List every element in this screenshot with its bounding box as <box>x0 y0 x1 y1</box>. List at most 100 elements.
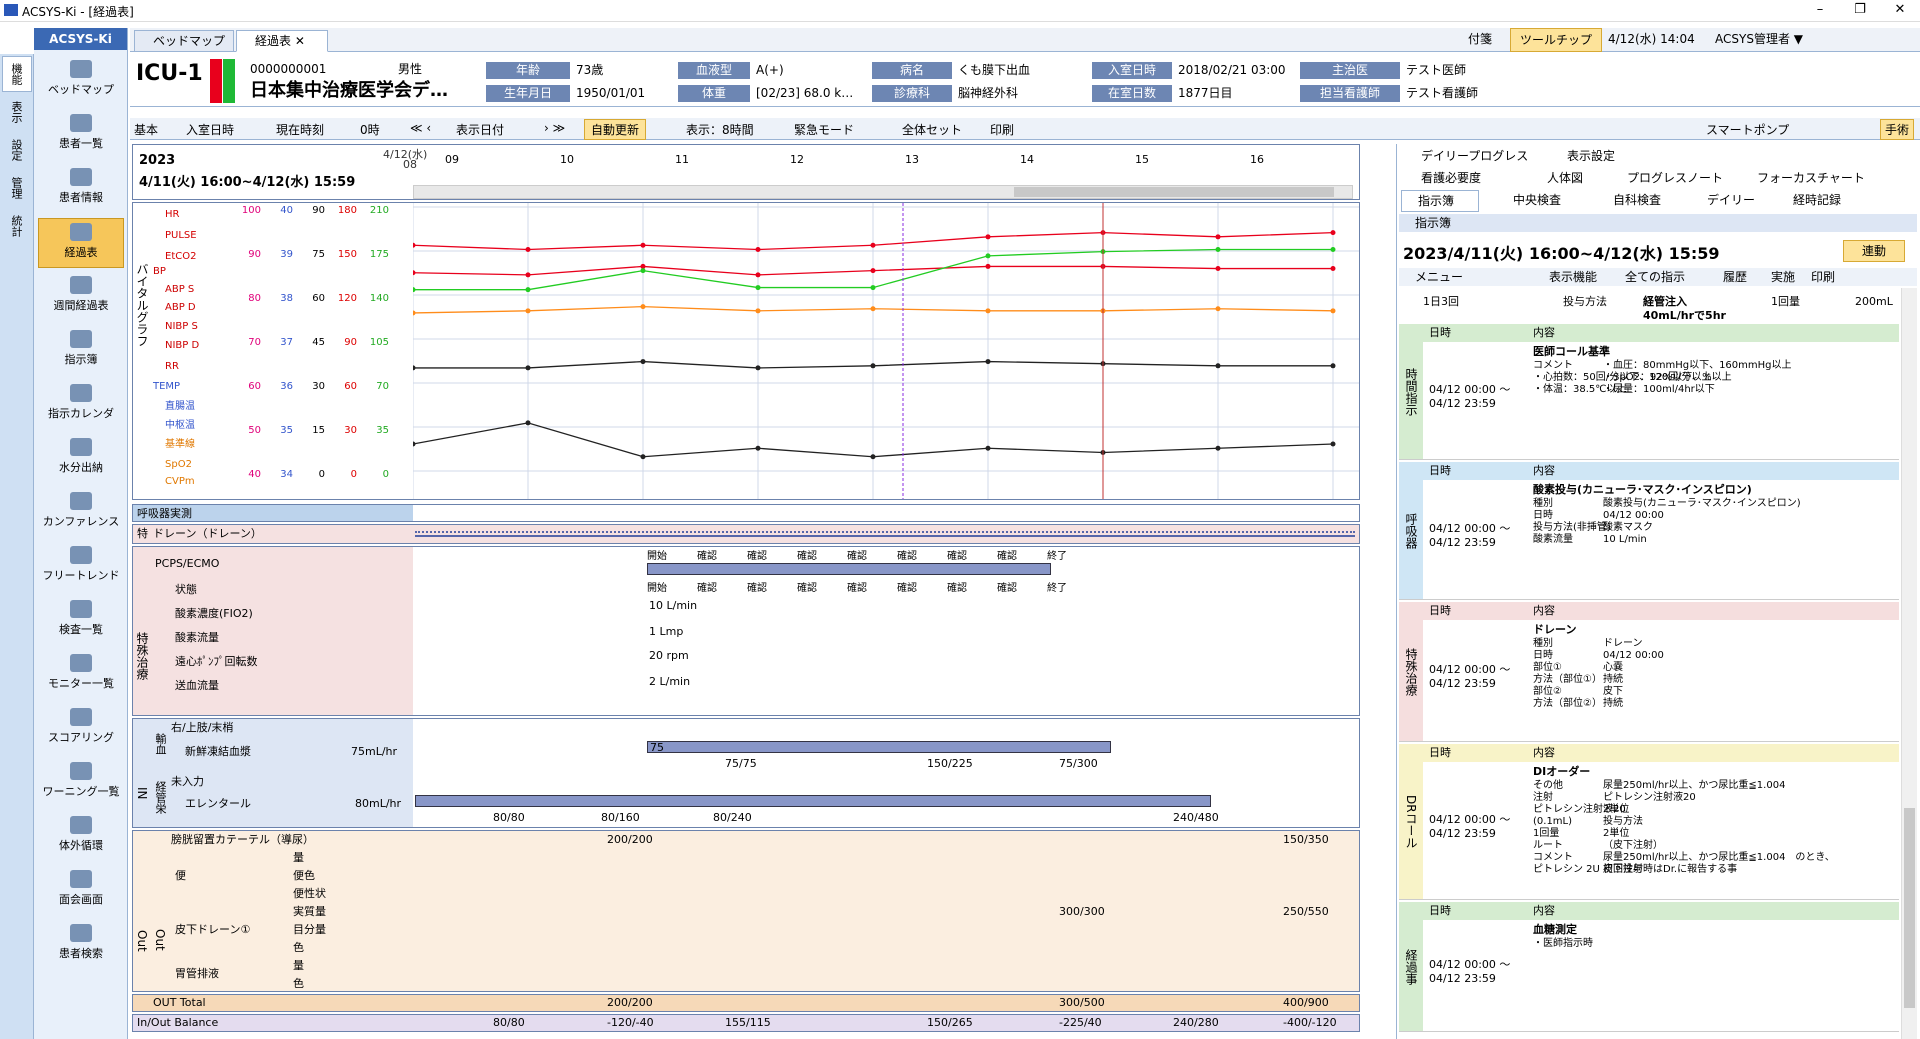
data-point[interactable] <box>870 454 876 460</box>
data-point[interactable] <box>1215 306 1221 312</box>
data-point[interactable] <box>755 365 761 371</box>
nav-item[interactable]: 患者検索 <box>38 920 124 970</box>
pcps-mark[interactable]: 開始 <box>647 547 667 562</box>
legend-item[interactable]: CVPm <box>165 473 195 490</box>
order-title[interactable]: 酸素投与(カニューラ･マスク･インスピロン) <box>1533 482 1752 498</box>
data-point[interactable] <box>413 242 416 248</box>
data-point[interactable] <box>525 308 531 314</box>
enteral-bar[interactable] <box>415 795 1211 807</box>
pcps-mark[interactable]: 確認 <box>897 547 917 562</box>
data-point[interactable] <box>755 272 761 278</box>
maximize-button[interactable]: ❐ <box>1845 2 1875 17</box>
data-point[interactable] <box>985 359 991 365</box>
data-point[interactable] <box>525 365 531 371</box>
order-title[interactable]: 血糖測定 <box>1533 922 1577 938</box>
legend-item[interactable]: 直腸温 <box>165 398 195 415</box>
orders-toolbar-item[interactable]: 印刷 <box>1811 269 1835 285</box>
data-point[interactable] <box>1215 234 1221 240</box>
pcps-mark[interactable]: 確認 <box>847 547 867 562</box>
tab-nursing-needs[interactable]: 看護必要度 <box>1421 168 1481 188</box>
data-point[interactable] <box>755 247 761 253</box>
order-title[interactable]: DIオーダー <box>1533 764 1590 780</box>
orders-scrollbar[interactable] <box>1901 288 1917 1039</box>
orders-toolbar-item[interactable]: 履歴 <box>1723 269 1747 285</box>
pcps-status-mark[interactable]: 確認 <box>847 579 867 594</box>
data-point[interactable] <box>413 441 416 447</box>
nav-item[interactable]: モニター一覧 <box>38 650 124 700</box>
current-time-button[interactable]: 現在時刻 <box>276 121 324 138</box>
pcps-status-mark[interactable]: 確認 <box>897 579 917 594</box>
legend-item[interactable]: PULSE <box>165 227 197 244</box>
set-all-button[interactable]: 全体セット <box>902 121 962 138</box>
data-point[interactable] <box>1215 363 1221 369</box>
data-point[interactable] <box>413 310 416 316</box>
data-point[interactable] <box>525 287 531 293</box>
smart-pump-label[interactable]: スマートポンプ <box>1706 121 1789 138</box>
nav-item[interactable]: 週間経過表 <box>38 272 124 322</box>
side-tab-stats[interactable]: 統計 <box>2 208 32 244</box>
legend-item[interactable]: TEMP <box>153 378 180 395</box>
link-button[interactable]: 連動 <box>1843 240 1905 262</box>
data-point[interactable] <box>985 445 991 451</box>
legend-item[interactable]: 基準線 <box>165 436 195 453</box>
data-point[interactable] <box>1330 441 1336 447</box>
pcps-mark[interactable]: 確認 <box>797 547 817 562</box>
data-point[interactable] <box>870 268 876 274</box>
legend-item[interactable]: NIBP S <box>165 318 198 335</box>
tab-focus-chart[interactable]: フォーカスチャート <box>1757 168 1865 188</box>
tab-dept-lab[interactable]: 自科検査 <box>1613 190 1661 210</box>
data-point[interactable] <box>413 270 416 276</box>
data-point[interactable] <box>985 253 991 259</box>
orders-toolbar-item[interactable]: 全ての指示 <box>1625 269 1685 285</box>
nav-item[interactable]: フリートレンド <box>38 542 124 592</box>
data-point[interactable] <box>755 308 761 314</box>
orders-toolbar-item[interactable]: 実施 <box>1771 269 1795 285</box>
nav-item[interactable]: 経過表 <box>38 218 124 268</box>
side-tab-settings[interactable]: 設定 <box>2 132 32 168</box>
timeline-scrollbar[interactable] <box>413 185 1353 199</box>
pcps-status-mark[interactable]: 開始 <box>647 579 667 594</box>
nav-item[interactable]: 患者情報 <box>38 164 124 214</box>
tab-timeline[interactable]: 経時記録 <box>1793 190 1841 210</box>
tab-central-lab[interactable]: 中央検査 <box>1513 190 1561 210</box>
drain-label[interactable]: ドレーン（ドレーン） <box>153 525 262 543</box>
transfusion-item[interactable]: 新鮮凍結血漿 <box>185 743 251 761</box>
data-point[interactable] <box>870 285 876 291</box>
tab-display-settings[interactable]: 表示設定 <box>1567 146 1615 166</box>
tab-progress-note[interactable]: プログレスノート <box>1627 168 1723 188</box>
auto-update-button[interactable]: 自動更新 <box>584 119 647 140</box>
pcps-status-mark[interactable]: 確認 <box>947 579 967 594</box>
nav-item[interactable]: 検査一覧 <box>38 596 124 646</box>
midnight-button[interactable]: 0時 <box>360 121 380 138</box>
surgery-button[interactable]: 手術 <box>1880 119 1915 140</box>
print-button[interactable]: 印刷 <box>990 121 1014 138</box>
data-point[interactable] <box>870 363 876 369</box>
tab-orders[interactable]: 指示簿 <box>1401 190 1479 212</box>
legend-item[interactable]: 中枢温 <box>165 417 195 434</box>
legend-item[interactable]: SpO2 <box>165 456 192 473</box>
nav-item[interactable]: 患者一覧 <box>38 110 124 160</box>
side-tab-display[interactable]: 表示 <box>2 94 32 130</box>
data-point[interactable] <box>985 234 991 240</box>
side-tab-admin[interactable]: 管理 <box>2 170 32 206</box>
enteral-group[interactable]: 未入力 <box>171 773 204 791</box>
enteral-item[interactable]: エレンタール <box>185 795 251 813</box>
pcps-status-mark[interactable]: 確認 <box>997 579 1017 594</box>
data-point[interactable] <box>525 272 531 278</box>
transfusion-group[interactable]: 右/上肢/末梢 <box>171 719 233 737</box>
nav-item[interactable]: 面会画面 <box>38 866 124 916</box>
data-point[interactable] <box>870 242 876 248</box>
tab-bedmap[interactable]: ベッドマップ ✕ <box>134 30 234 68</box>
pcps-group[interactable]: PCPS/ECMO <box>155 555 219 573</box>
data-point[interactable] <box>525 420 531 426</box>
data-point[interactable] <box>413 287 416 293</box>
display-range-select[interactable]: 表示：8時間 <box>686 121 754 138</box>
data-point[interactable] <box>1330 230 1336 236</box>
nav-item[interactable]: 水分出納 <box>38 434 124 484</box>
legend-item[interactable]: RR <box>165 358 179 375</box>
data-point[interactable] <box>870 306 876 312</box>
data-point[interactable] <box>640 304 646 310</box>
data-point[interactable] <box>413 365 416 371</box>
data-point[interactable] <box>1215 266 1221 272</box>
data-point[interactable] <box>755 285 761 291</box>
